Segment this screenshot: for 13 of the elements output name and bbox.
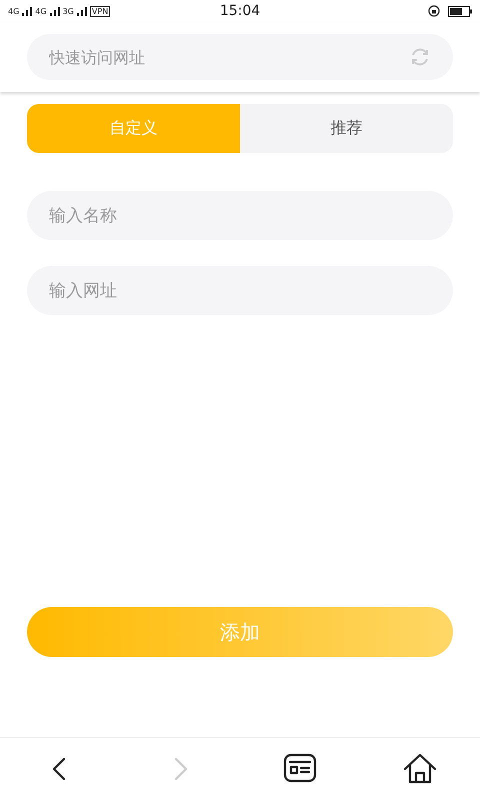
signal-icon xyxy=(76,6,87,16)
battery-icon xyxy=(448,6,472,16)
signal-icon xyxy=(22,6,32,16)
vpn-label: VPN xyxy=(90,6,110,16)
add-button[interactable]: 添加 xyxy=(27,607,453,657)
input-field[interactable]: 输入名称 xyxy=(27,191,453,240)
input-field[interactable]: 输入网址 xyxy=(27,266,453,315)
signal-icon xyxy=(50,6,60,16)
network-label: 3G xyxy=(62,6,74,16)
network-label: 4G xyxy=(35,6,47,16)
network-label: 4G xyxy=(8,6,20,16)
clock: 15:04 xyxy=(220,3,260,19)
tab[interactable]: 自定义 xyxy=(27,104,240,153)
